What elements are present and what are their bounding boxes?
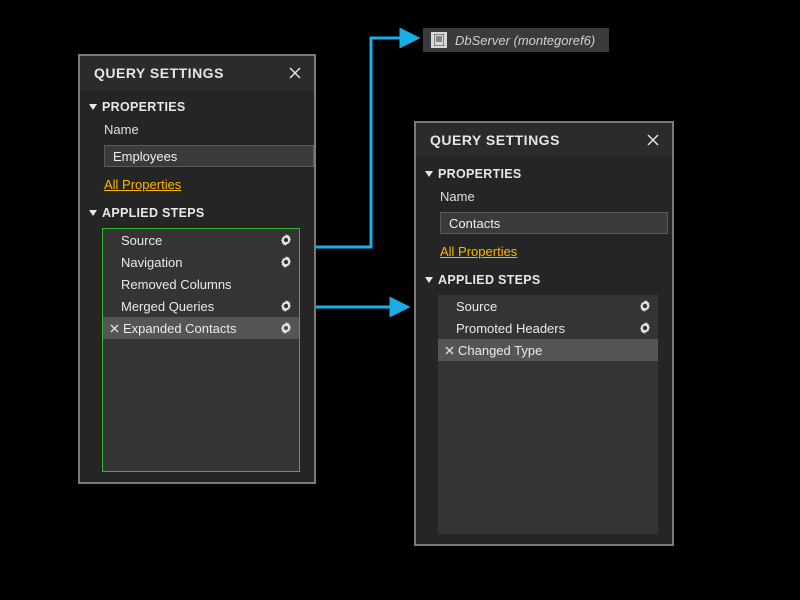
arrow-source-to-dbserver (316, 38, 416, 247)
database-icon (431, 32, 447, 48)
gear-icon[interactable] (279, 321, 293, 335)
applied-step[interactable]: Removed Columns (103, 273, 299, 295)
query-settings-panel-right: QUERY SETTINGS PROPERTIES Name All Prope… (414, 121, 674, 546)
applied-step[interactable]: Promoted Headers (438, 317, 658, 339)
gear-icon[interactable] (279, 299, 293, 313)
all-properties-link[interactable]: All Properties (90, 177, 304, 198)
gear-icon[interactable] (638, 321, 652, 335)
panel-title: QUERY SETTINGS (94, 65, 224, 81)
name-label: Name (426, 187, 662, 206)
step-label: Source (456, 299, 638, 314)
applied-step[interactable]: Source (103, 229, 299, 251)
step-label: Removed Columns (121, 277, 293, 292)
db-server-chip[interactable]: DbServer (montegoref6) (423, 28, 609, 52)
delete-step-icon[interactable] (109, 324, 119, 333)
name-input[interactable] (104, 145, 314, 167)
step-label: Navigation (121, 255, 279, 270)
name-label: Name (90, 120, 304, 139)
applied-step[interactable]: Changed Type (438, 339, 658, 361)
applied-step[interactable]: Expanded Contacts (103, 317, 299, 339)
close-icon[interactable] (286, 64, 304, 82)
applied-steps-heading[interactable]: APPLIED STEPS (426, 273, 662, 287)
query-settings-panel-left: QUERY SETTINGS PROPERTIES Name All Prope… (78, 54, 316, 484)
chevron-down-icon (89, 104, 97, 110)
applied-step[interactable]: Source (438, 295, 658, 317)
gear-icon[interactable] (279, 255, 293, 269)
all-properties-link[interactable]: All Properties (426, 244, 662, 265)
gear-icon[interactable] (279, 233, 293, 247)
properties-heading[interactable]: PROPERTIES (426, 167, 662, 181)
panel-title: QUERY SETTINGS (430, 132, 560, 148)
delete-step-icon[interactable] (444, 346, 454, 355)
applied-steps-list: Source Promoted Headers Changed Type (438, 295, 658, 534)
applied-step[interactable]: Navigation (103, 251, 299, 273)
properties-heading[interactable]: PROPERTIES (90, 100, 304, 114)
step-label: Promoted Headers (456, 321, 638, 336)
step-label: Changed Type (458, 343, 652, 358)
gear-icon[interactable] (638, 299, 652, 313)
applied-steps-list: Source Navigation Removed Columns Merged Qu… (102, 228, 300, 472)
chevron-down-icon (425, 171, 433, 177)
chevron-down-icon (425, 277, 433, 283)
name-input[interactable] (440, 212, 668, 234)
panel-header: QUERY SETTINGS (416, 123, 672, 157)
step-label: Merged Queries (121, 299, 279, 314)
step-label: Source (121, 233, 279, 248)
step-label: Expanded Contacts (123, 321, 279, 336)
applied-step[interactable]: Merged Queries (103, 295, 299, 317)
panel-header: QUERY SETTINGS (80, 56, 314, 90)
db-server-label: DbServer (montegoref6) (455, 33, 595, 48)
applied-steps-heading[interactable]: APPLIED STEPS (90, 206, 304, 220)
chevron-down-icon (89, 210, 97, 216)
close-icon[interactable] (644, 131, 662, 149)
panel-body: PROPERTIES Name All Properties APPLIED S… (80, 90, 314, 482)
panel-body: PROPERTIES Name All Properties APPLIED S… (416, 157, 672, 544)
